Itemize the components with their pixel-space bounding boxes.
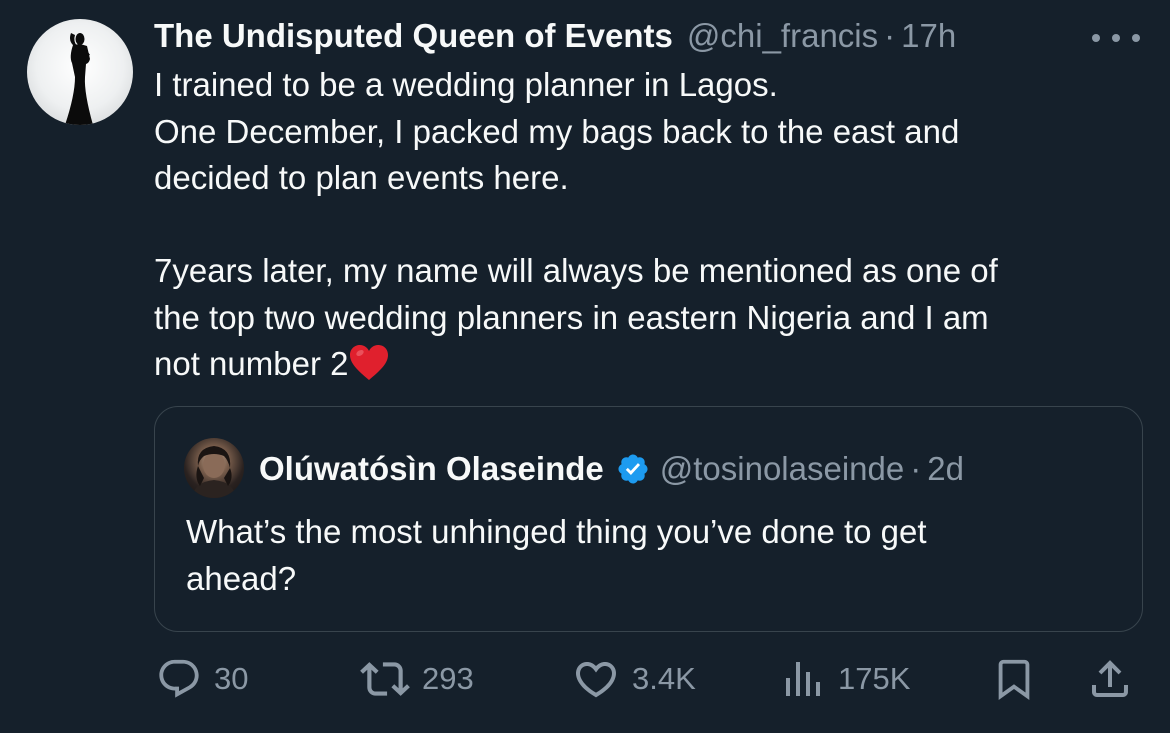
heart-icon — [572, 655, 620, 703]
author-name[interactable]: The Undisputed Queen of Events — [154, 17, 673, 55]
quoted-text-line: What’s the most unhinged thing you’ve do… — [186, 513, 927, 550]
quoted-text-line: ahead? — [186, 559, 297, 597]
tweet-text-line: decided to plan events here. — [154, 159, 569, 196]
share-icon — [1086, 655, 1134, 703]
tweet-timestamp[interactable]: 17h — [901, 17, 956, 55]
like-count: 3.4K — [632, 661, 696, 696]
views-bar-chart-icon — [782, 656, 826, 702]
retweet-button[interactable]: 293 — [360, 650, 474, 708]
portrait-image — [192, 446, 236, 498]
tweet-text-last-line: not number 2 — [154, 341, 1144, 388]
tweet-text-line: One December, I packed my bags back to t… — [154, 112, 960, 150]
tweet-text-line: 7years later, my name will always be men… — [154, 252, 998, 289]
tweet: The Undisputed Queen of Events @chi_fran… — [0, 0, 1170, 733]
quoted-tweet-body: What’s the most unhinged thing you’ve do… — [186, 509, 1116, 602]
tweet-text-line: the top two wedding planners in eastern … — [154, 298, 989, 336]
red-heart-emoji — [349, 344, 389, 395]
quoted-author-handle[interactable]: @tosinolaseinde — [660, 450, 905, 488]
more-horizontal-icon-dot — [1132, 34, 1140, 42]
tweet-body: I trained to be a wedding planner in Lag… — [154, 62, 1144, 388]
reply-button[interactable]: 30 — [156, 650, 248, 708]
action-bar: 30 293 3.4K 175K — [0, 650, 1170, 708]
tweet-header: The Undisputed Queen of Events @chi_fran… — [154, 14, 956, 58]
separator-dot: · — [910, 450, 922, 487]
views-button[interactable]: 175K — [782, 650, 910, 708]
author-avatar[interactable] — [27, 19, 133, 125]
verified-badge-icon — [616, 452, 650, 486]
share-button[interactable] — [1086, 650, 1134, 708]
tweet-text-line: not number 2 — [154, 345, 349, 382]
more-horizontal-icon — [1092, 34, 1100, 42]
author-handle[interactable]: @chi_francis — [687, 17, 878, 55]
more-horizontal-icon-dot — [1112, 34, 1120, 42]
quoted-tweet[interactable]: Olúwatósìn Olaseinde @tosinolaseinde · 2… — [154, 406, 1143, 632]
more-options-button[interactable] — [1092, 30, 1140, 46]
like-button[interactable]: 3.4K — [572, 650, 696, 708]
retweet-icon — [360, 654, 410, 704]
quoted-tweet-header: Olúwatósìn Olaseinde @tosinolaseinde · 2… — [259, 447, 964, 491]
separator-dot: · — [884, 17, 896, 54]
reply-count: 30 — [214, 661, 249, 696]
bookmark-button[interactable] — [991, 650, 1037, 708]
tweet-text-line: I trained to be a wedding planner in Lag… — [154, 66, 778, 103]
quoted-author-name[interactable]: Olúwatósìn Olaseinde — [259, 450, 604, 488]
silhouette-figure-image — [65, 33, 93, 125]
quoted-tweet-timestamp[interactable]: 2d — [927, 450, 964, 488]
quoted-author-avatar[interactable] — [184, 438, 244, 498]
retweet-count: 293 — [422, 661, 474, 696]
view-count: 175K — [838, 661, 911, 696]
bookmark-icon — [991, 656, 1037, 702]
reply-bubble-icon — [156, 656, 202, 702]
